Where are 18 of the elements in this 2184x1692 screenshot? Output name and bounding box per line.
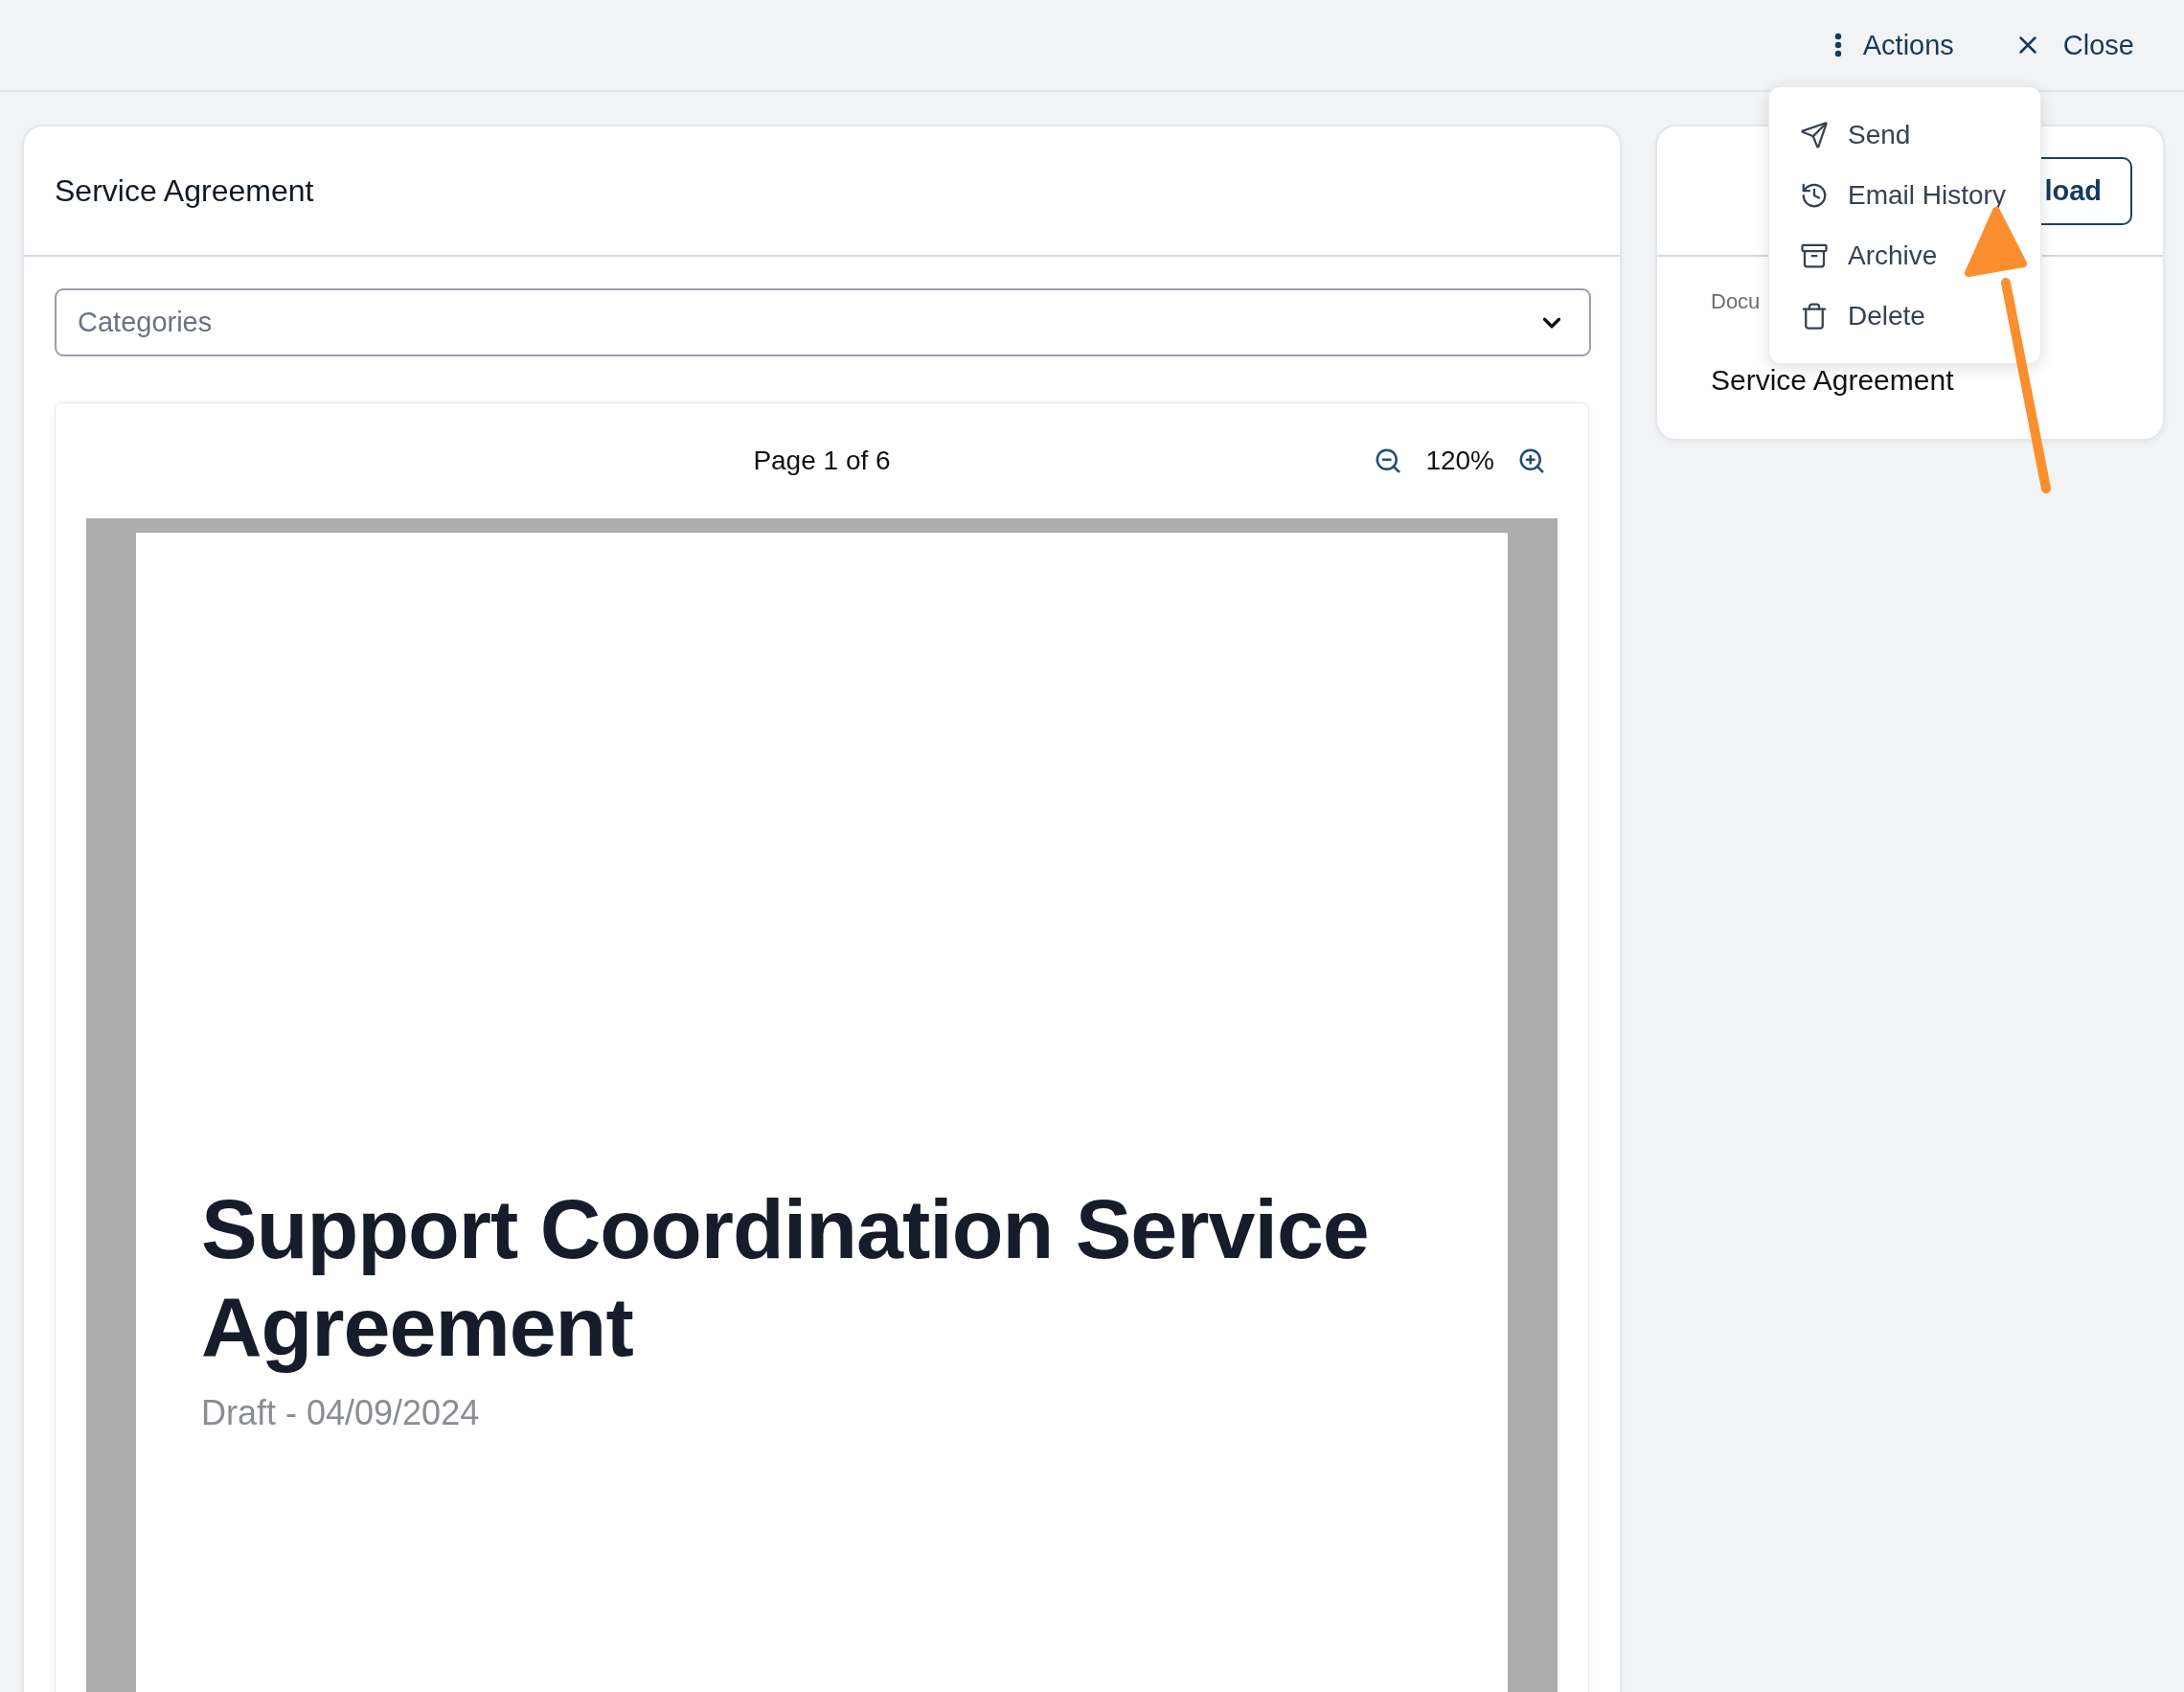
menu-item[interactable]: Archive: [1769, 225, 2040, 286]
document-heading: Support Coordination Service Agreement: [201, 1180, 1370, 1376]
send-icon: [1800, 120, 1829, 149]
document-subtitle: Draft - 04/09/2024: [201, 1393, 481, 1433]
menu-item[interactable]: Email History: [1769, 165, 2040, 225]
zoom-level: 120%: [1425, 446, 1494, 476]
zoom-in-button[interactable]: [1517, 446, 1546, 475]
more-icon: [1833, 33, 1842, 57]
categories-select[interactable]: Categories: [55, 288, 1591, 356]
document-title: Service Agreement: [55, 172, 314, 209]
menu-item[interactable]: Send: [1769, 104, 2040, 165]
trash-icon: [1800, 301, 1829, 331]
menu-item[interactable]: Delete: [1769, 286, 2040, 346]
close-button[interactable]: Close: [2013, 29, 2134, 61]
page-indicator: Page 1 of 6: [753, 446, 891, 476]
field-value: Service Agreement: [1711, 364, 1954, 397]
field-label: Docu: [1711, 289, 1761, 314]
actions-button[interactable]: Actions: [1833, 29, 1954, 61]
